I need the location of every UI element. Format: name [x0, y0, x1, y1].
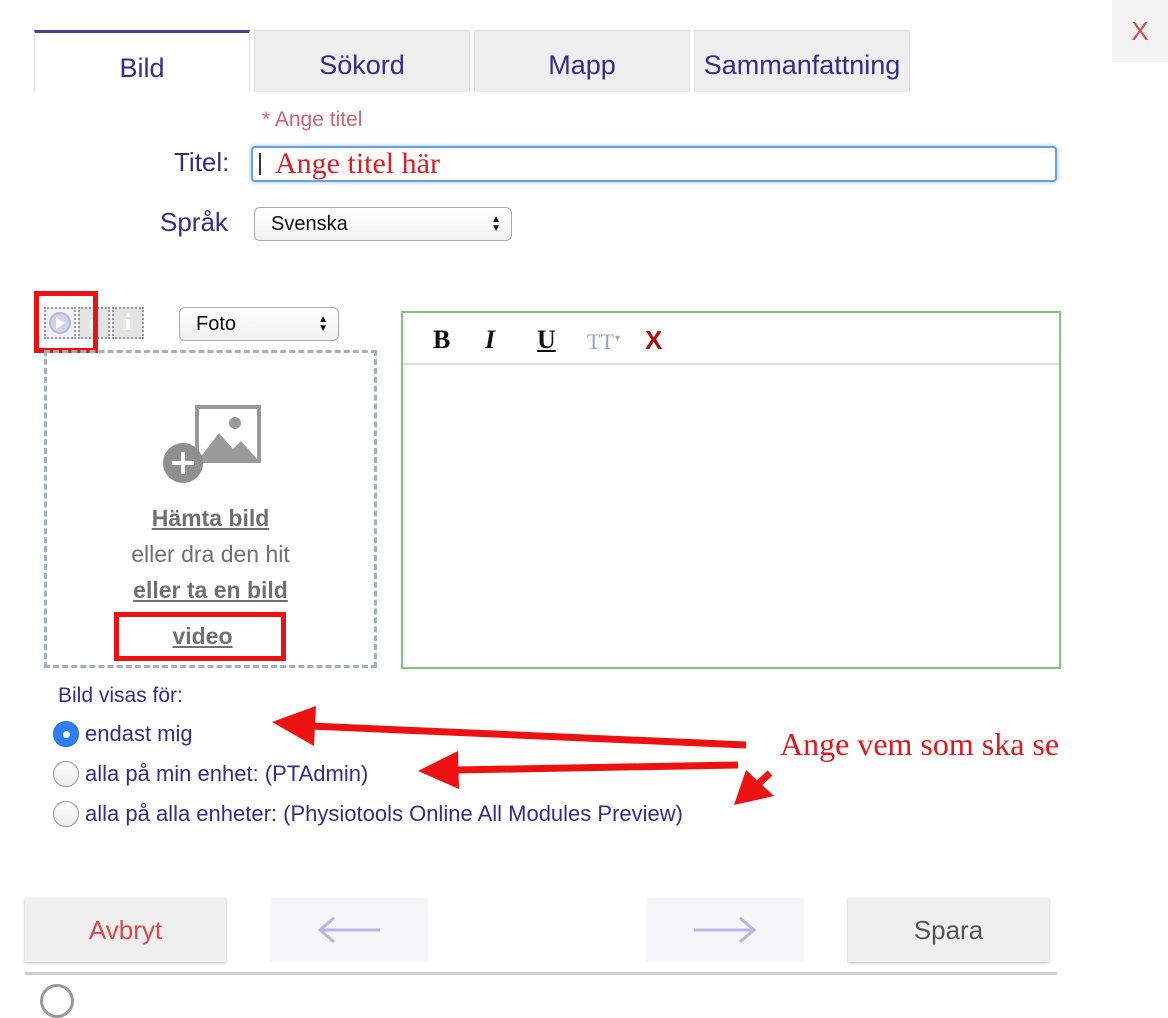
next-button[interactable] [646, 898, 804, 962]
annotation-arrows [272, 706, 774, 805]
partial-circle-icon [40, 984, 74, 1018]
arrow-right-icon [694, 916, 757, 944]
cancel-button[interactable]: Avbryt [25, 898, 226, 962]
arrow-head-1 [272, 706, 316, 746]
save-button[interactable]: Spara [848, 898, 1049, 962]
arrow-left-icon [317, 916, 380, 944]
annotation-text: Ange vem som ska se [780, 726, 1060, 762]
arrow-head-2 [418, 751, 459, 789]
back-button[interactable] [270, 898, 428, 962]
bottom-divider [25, 972, 1057, 975]
